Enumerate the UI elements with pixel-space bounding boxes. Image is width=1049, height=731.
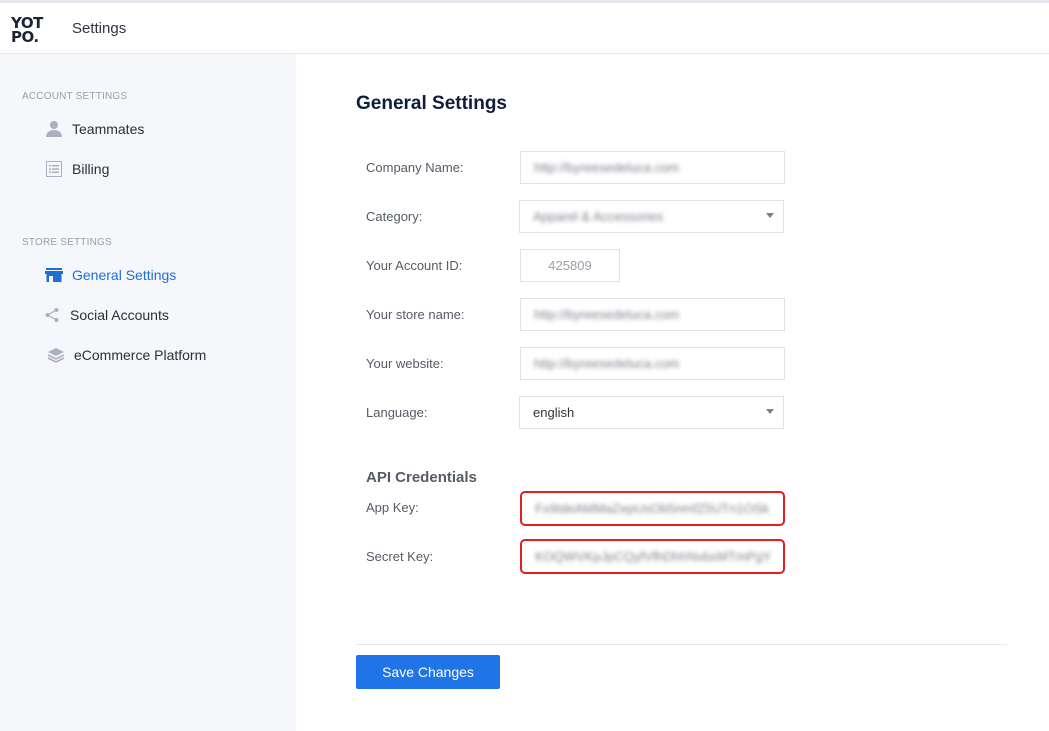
sidebar: ACCOUNT SETTINGS Teammates Billing STORE… [0, 54, 296, 731]
page-header-title: Settings [72, 20, 127, 37]
chevron-down-icon [766, 409, 774, 414]
account-id-field: 425809 [520, 249, 620, 282]
store-name-input[interactable]: http://byreesedeluca.com [520, 298, 785, 331]
sidebar-item-label: Billing [72, 161, 110, 177]
sidebar-item-label: eCommerce Platform [74, 347, 207, 363]
secret-key-field[interactable]: KOQWVKpJpCQyfVfhDhhNvbxMTmPgY [520, 539, 785, 574]
category-select[interactable]: Apparel & Accessories [519, 200, 784, 233]
sidebar-item-social-accounts[interactable]: Social Accounts [42, 304, 169, 326]
company-name-label: Company Name: [366, 160, 464, 175]
company-name-input[interactable]: http://byreesedeluca.com [520, 151, 785, 184]
app-key-field[interactable]: Fx9IdeAMMaZepUsOb5nmfZ5UTn1OSk [520, 491, 785, 526]
sidebar-item-label: General Settings [72, 267, 177, 283]
api-credentials-heading: API Credentials [366, 469, 477, 486]
share-icon [42, 305, 62, 325]
secret-key-label: Secret Key: [366, 549, 434, 564]
website-input[interactable]: http://byreesedeluca.com [520, 347, 785, 380]
store-name-label: Your store name: [366, 307, 465, 322]
language-select[interactable]: english [519, 396, 784, 429]
sidebar-item-label: Social Accounts [70, 307, 169, 323]
yotpo-logo[interactable]: YOT PO. [11, 16, 45, 46]
chevron-down-icon [766, 213, 774, 218]
save-changes-button[interactable]: Save Changes [356, 655, 500, 689]
page-title: General Settings [356, 93, 507, 114]
divider [356, 644, 1007, 645]
website-label: Your website: [366, 356, 444, 371]
sidebar-item-general-settings[interactable]: General Settings [44, 264, 176, 286]
store-settings-heading: STORE SETTINGS [22, 237, 112, 248]
top-bar: YOT PO. Settings [0, 0, 1049, 54]
language-label: Language: [366, 405, 428, 420]
sidebar-item-billing[interactable]: Billing [44, 158, 109, 180]
sidebar-item-teammates[interactable]: Teammates [44, 118, 144, 140]
person-icon [44, 119, 64, 139]
account-id-label: Your Account ID: [366, 258, 463, 273]
sidebar-item-label: Teammates [72, 121, 145, 137]
account-settings-heading: ACCOUNT SETTINGS [22, 91, 128, 102]
store-icon [44, 265, 64, 285]
category-label: Category: [366, 209, 423, 224]
layers-icon [46, 345, 66, 365]
list-icon [44, 159, 64, 179]
app-key-label: App Key: [366, 500, 419, 515]
sidebar-item-ecommerce-platform[interactable]: eCommerce Platform [46, 344, 206, 366]
